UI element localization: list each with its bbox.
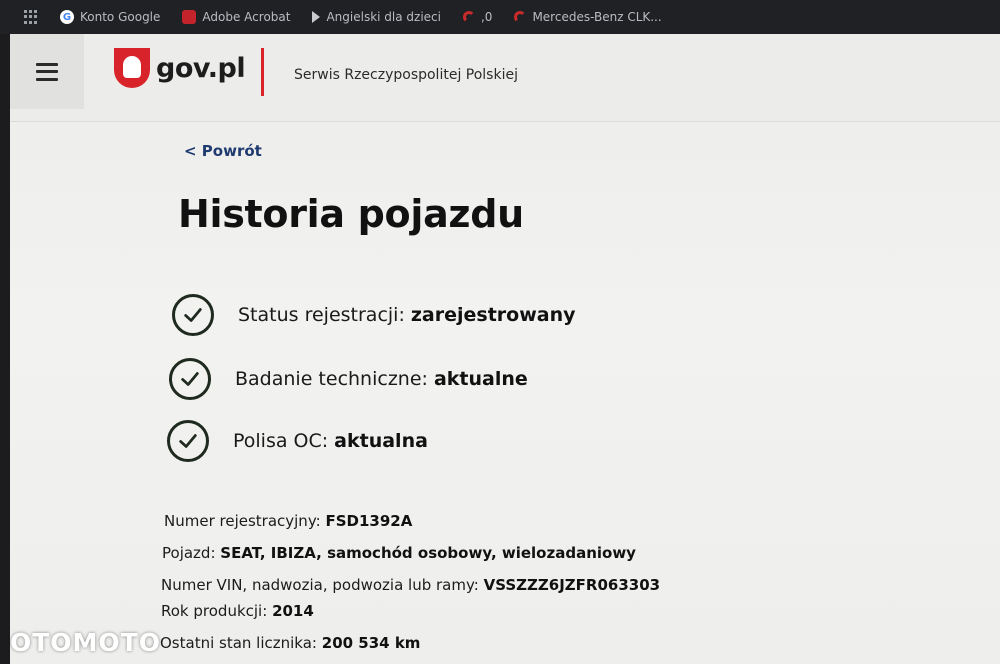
apps-grid-icon[interactable] [24,10,38,24]
detail-label: Pojazd: [162,544,216,562]
bookmark-label: Mercedes-Benz CLK... [532,10,662,24]
status-value: aktualne [433,368,528,390]
bookmark-label: ,0 [480,10,493,24]
eagle-emblem-icon [114,48,150,88]
bookmark-angielski[interactable]: Angielski dla dzieci [312,10,441,24]
detail-registration-number: Numer rejestracyjny: FSD1392A [164,512,412,530]
bookmark-zero[interactable]: ,0 [462,10,493,24]
logo-text: gov.pl [156,52,246,84]
arc-icon [462,11,475,23]
status-value: aktualna [334,430,428,452]
google-icon: G [60,10,74,24]
bookmark-label: Angielski dla dzieci [326,10,441,24]
page: gov.pl Serwis Rzeczypospolitej Polskiej … [10,34,1000,664]
status-label: Badanie techniczne: [235,368,428,390]
service-name: Serwis Rzeczypospolitej Polskiej [294,67,518,83]
status-inspection: Badanie techniczne: aktualne [169,358,528,400]
check-circle-icon [172,294,214,336]
detail-label: Rok produkcji: [161,602,268,620]
detail-value: 200 534 km [321,634,421,652]
arrow-icon [312,11,321,23]
detail-value: FSD1392A [325,512,413,530]
detail-value: SEAT, IBIZA, samochód osobowy, wielozada… [220,544,636,562]
status-registration: Status rejestracji: zarejestrowany [172,294,575,336]
page-title: Historia pojazdu [178,192,524,236]
detail-value: VSSZZZ6JZFR063303 [483,576,661,594]
gov-logo[interactable]: gov.pl [114,48,246,88]
check-circle-icon [167,420,209,462]
back-link[interactable]: < Powrót [184,142,262,160]
site-header: gov.pl Serwis Rzeczypospolitej Polskiej [10,34,1000,122]
acrobat-icon [182,10,197,24]
bookmark-adobe-acrobat[interactable]: Adobe Acrobat [182,10,290,24]
arc-icon [514,11,527,23]
bookmark-mercedes[interactable]: Mercedes-Benz CLK... [514,10,662,24]
status-label: Polisa OC: [233,430,329,452]
detail-label: Numer VIN, nadwozia, podwozia lub ramy: [161,576,479,594]
detail-vehicle: Pojazd: SEAT, IBIZA, samochód osobowy, w… [162,544,636,562]
otomoto-watermark: OTOMOTO [10,628,161,657]
menu-button[interactable] [10,34,84,109]
status-label: Status rejestracji: [238,304,405,326]
header-divider [261,48,264,96]
detail-production-year: Rok produkcji: 2014 [161,602,314,620]
detail-vin: Numer VIN, nadwozia, podwozia lub ramy: … [161,576,660,594]
check-circle-icon [169,358,211,400]
bookmark-konto-google[interactable]: G Konto Google [60,10,160,24]
detail-value: 2014 [272,602,314,620]
bookmarks-bar: G Konto Google Adobe Acrobat Angielski d… [0,0,1000,34]
detail-label: Numer rejestracyjny: [164,512,321,530]
status-value: zarejestrowany [410,304,576,326]
detail-label: Ostatni stan licznika: [160,634,317,652]
bookmark-label: Adobe Acrobat [202,10,291,24]
detail-odometer: Ostatni stan licznika: 200 534 km [160,634,420,652]
hamburger-icon [36,62,58,81]
status-insurance: Polisa OC: aktualna [167,420,428,462]
bookmark-label: Konto Google [80,10,161,24]
